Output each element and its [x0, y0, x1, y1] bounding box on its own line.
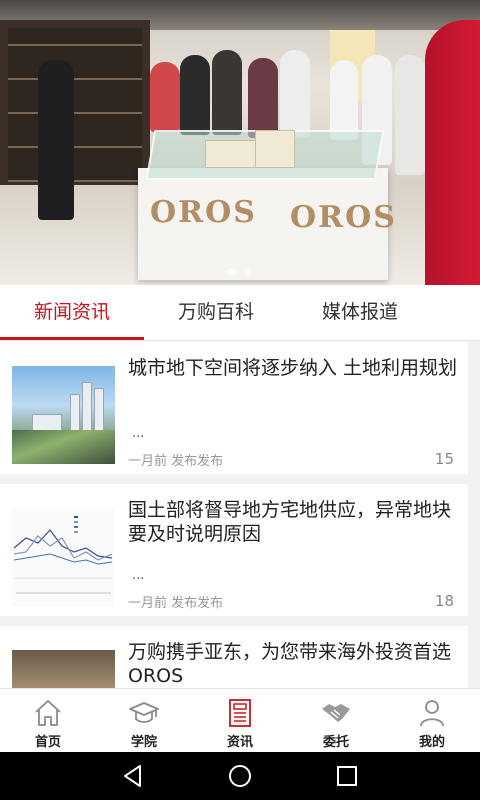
home-icon: [35, 700, 61, 726]
model-building: [255, 130, 295, 168]
nav-home[interactable]: 首页: [0, 689, 96, 752]
news-list[interactable]: 城市地下空间将逐步纳入 土地利用规划 ... 一月前 发布发布 15 国土部将督…: [0, 342, 480, 688]
nav-academy[interactable]: 学院: [96, 689, 192, 752]
home-circle-icon[interactable]: [227, 763, 253, 789]
handshake-icon: [322, 704, 350, 722]
banner-person: [395, 55, 425, 175]
news-meta: 一月前 发布发布: [128, 596, 224, 611]
banner-person: [150, 62, 180, 132]
carousel-dot-2[interactable]: [244, 268, 252, 276]
system-navigation-bar: [0, 752, 480, 800]
news-title[interactable]: 万购携手亚东，为您带来海外投资首选OROS: [128, 640, 458, 688]
banner-shelf: [0, 20, 150, 190]
banner-person: [248, 58, 278, 138]
recents-icon[interactable]: [334, 763, 360, 789]
person-icon: [420, 700, 444, 727]
nav-news[interactable]: 资讯: [192, 689, 288, 752]
news-card[interactable]: 城市地下空间将逐步纳入 土地利用规划 ... 一月前 发布发布 15: [0, 342, 468, 474]
bottom-navigation: 首页 学院 资讯 委托 我的: [0, 688, 480, 752]
news-icon: [229, 699, 251, 727]
news-meta: 一月前 发布发布: [128, 454, 224, 469]
nav-label: 委托: [322, 735, 349, 750]
news-view-count: 15: [434, 450, 454, 468]
news-excerpt: ...: [132, 426, 145, 441]
banner-person: [38, 60, 74, 220]
banner-logo-right: OROS: [290, 200, 397, 235]
back-icon[interactable]: [120, 763, 146, 789]
tab-news[interactable]: 新闻资讯: [0, 285, 144, 340]
nav-label: 资讯: [226, 735, 253, 750]
news-view-count: 18: [434, 592, 454, 610]
banner-person: [330, 60, 358, 140]
tab-more[interactable]: 万: [432, 285, 480, 340]
banner-person: [180, 55, 210, 135]
banner-logo-left: OROS: [150, 195, 257, 230]
graduation-cap-icon: [129, 702, 159, 723]
nav-mine[interactable]: 我的: [384, 689, 480, 752]
hero-banner[interactable]: OROS OROS: [0, 0, 480, 285]
news-thumbnail-event: [12, 650, 115, 688]
tab-encyclopedia[interactable]: 万购百科: [144, 285, 288, 340]
nav-label: 学院: [130, 735, 157, 750]
nav-label: 首页: [34, 735, 61, 750]
carousel-indicator: [0, 268, 480, 276]
news-thumbnail-city: [12, 366, 115, 464]
banner-red-panel: [425, 20, 480, 285]
model-building: [205, 140, 260, 168]
news-title[interactable]: 城市地下空间将逐步纳入 土地利用规划: [128, 356, 458, 380]
news-thumbnail-chart: [12, 508, 115, 606]
tab-media-reports[interactable]: 媒体报道: [288, 285, 432, 340]
news-card[interactable]: 国土部将督导地方宅地供应，异常地块要及时说明原因 ... 一月前 发布发布 18: [0, 484, 468, 616]
banner-person: [212, 50, 242, 135]
banner-person: [280, 50, 310, 138]
nav-label: 我的: [418, 735, 445, 750]
news-excerpt: ...: [132, 568, 145, 583]
category-tabs: 新闻资讯 万购百科 媒体报道 万: [0, 285, 480, 341]
carousel-dot-1[interactable]: [228, 268, 236, 276]
news-card[interactable]: 万购携手亚东，为您带来海外投资首选OROS: [0, 626, 468, 688]
nav-commission[interactable]: 委托: [288, 689, 384, 752]
news-title[interactable]: 国土部将督导地方宅地供应，异常地块要及时说明原因: [128, 498, 458, 546]
